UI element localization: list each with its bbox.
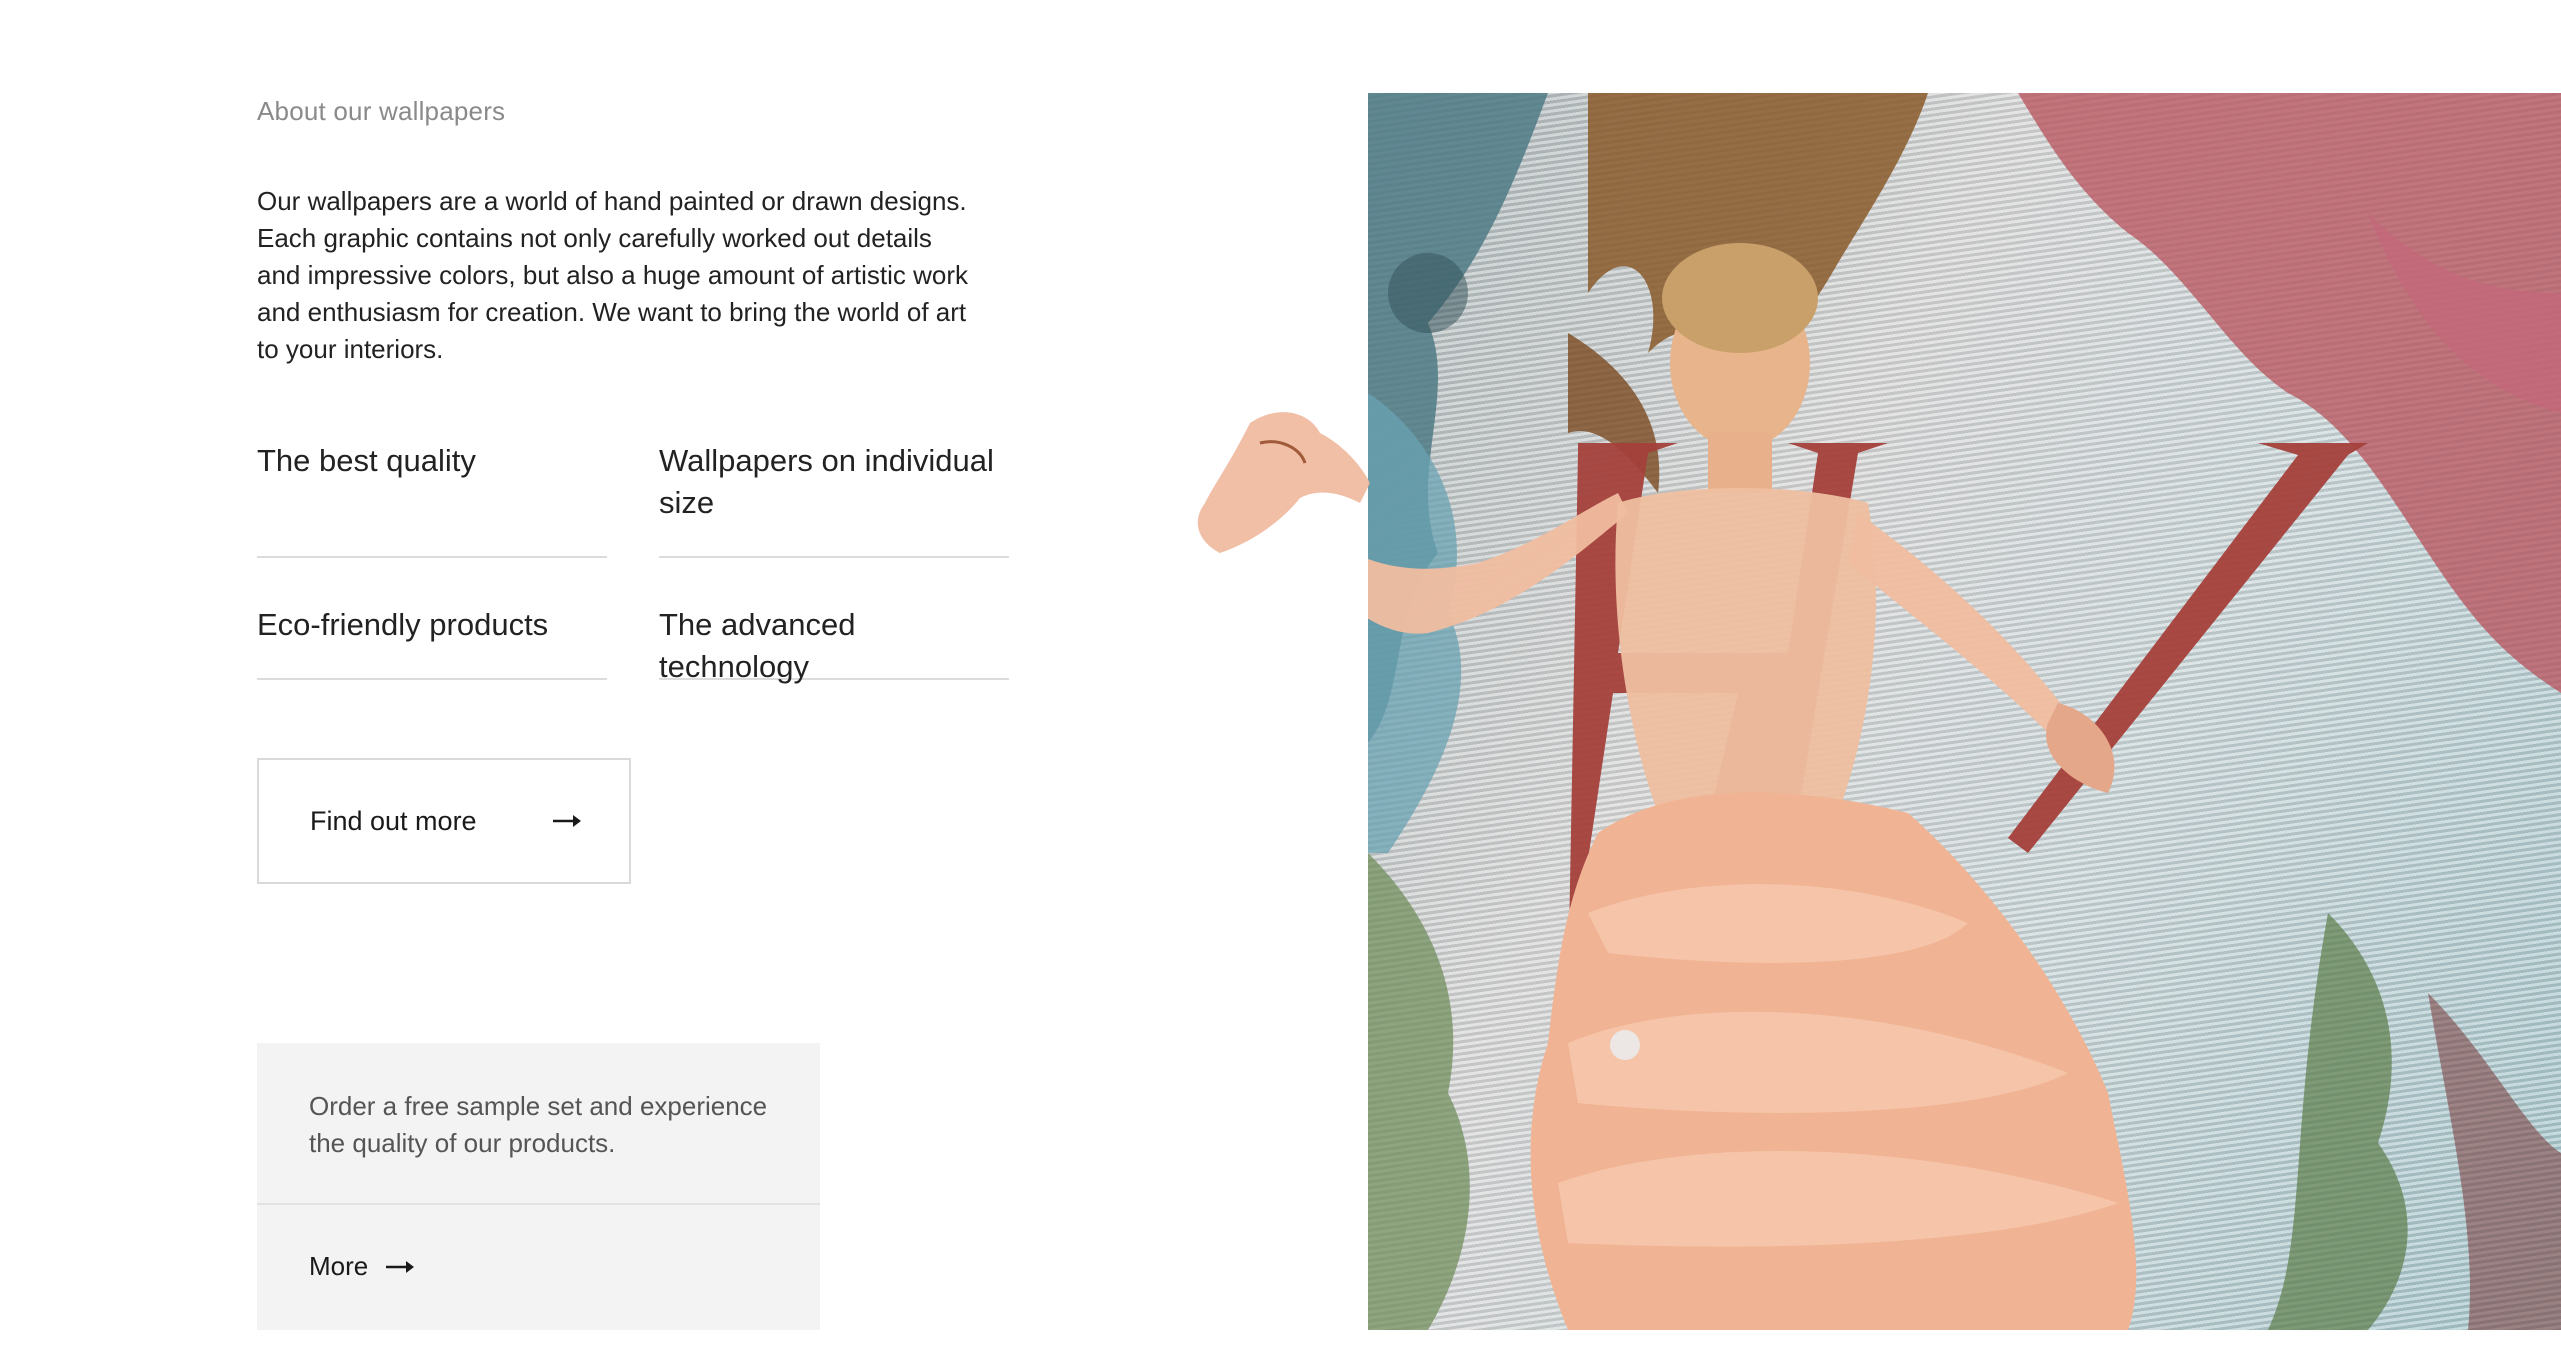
hero-image bbox=[1190, 93, 2561, 1330]
sleeve-ruffle bbox=[1197, 412, 1370, 553]
slider-dot[interactable] bbox=[1610, 1030, 1640, 1060]
wallpaper-pattern bbox=[1368, 93, 2561, 1330]
find-out-more-button[interactable]: Find out more bbox=[257, 758, 631, 884]
more-link[interactable]: More bbox=[309, 1251, 415, 1282]
divider bbox=[257, 1203, 820, 1205]
find-out-more-label: Find out more bbox=[310, 805, 477, 836]
intro-paragraph: Our wallpapers are a world of hand paint… bbox=[257, 186, 969, 364]
feature-individual-size: Wallpapers on individual size bbox=[659, 440, 1009, 558]
feature-eco-friendly: Eco-friendly products bbox=[257, 604, 607, 680]
free-sample-text: Order a free sample set and experience t… bbox=[309, 1091, 768, 1158]
arrow-right-icon bbox=[553, 815, 581, 827]
arrow-right-icon bbox=[386, 1260, 415, 1273]
wallpaper-illustration bbox=[1368, 93, 2561, 1330]
more-label: More bbox=[309, 1251, 369, 1281]
free-sample-panel: Order a free sample set and experience t… bbox=[257, 1043, 820, 1330]
feature-quality: The best quality bbox=[257, 440, 607, 558]
section-eyebrow: About our wallpapers bbox=[257, 96, 506, 126]
feature-advanced-technology: The advanced technology bbox=[659, 604, 1009, 684]
